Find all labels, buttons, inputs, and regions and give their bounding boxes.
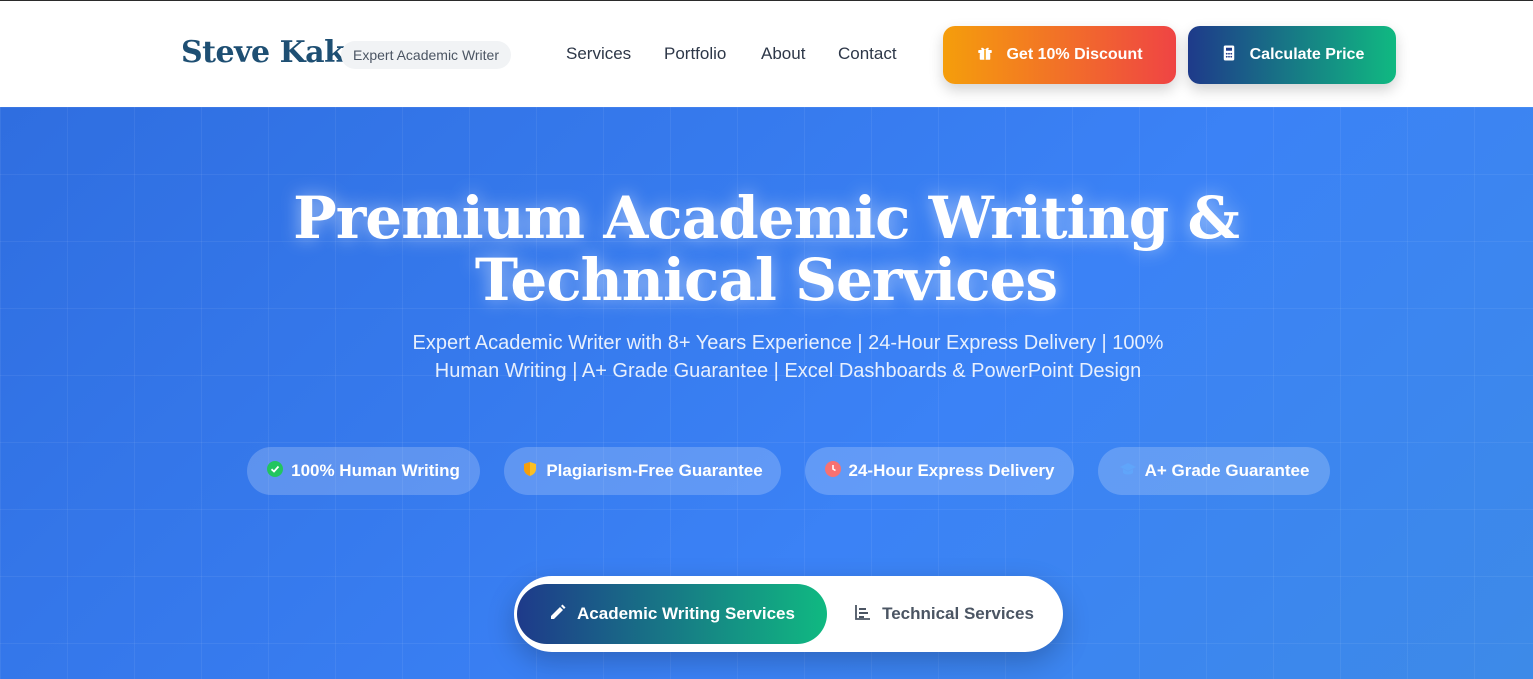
nav-link-about[interactable]: About xyxy=(761,44,805,64)
service-tabs: Academic Writing Services Technical Serv… xyxy=(514,576,1063,652)
clock-icon xyxy=(824,460,841,482)
badge-plagiarism-free: Plagiarism-Free Guarantee xyxy=(504,447,781,495)
tab-label: Academic Writing Services xyxy=(577,604,795,623)
site-header: Steve Kaks Expert Academic Writer Servic… xyxy=(0,0,1533,107)
hero-subtitle: Expert Academic Writer with 8+ Years Exp… xyxy=(412,332,1164,382)
hero-title: Premium Academic Writing & Technical Ser… xyxy=(293,184,1240,314)
chart-icon xyxy=(854,603,872,626)
tab-label: Technical Services xyxy=(882,604,1034,623)
badge-label: 100% Human Writing xyxy=(291,461,460,480)
brand-logo[interactable]: Steve Kaks xyxy=(181,35,361,70)
badge-label: 24-Hour Express Delivery xyxy=(848,461,1055,480)
brand-tagline-badge: Expert Academic Writer xyxy=(341,41,512,69)
calculate-price-button[interactable]: Calculate Price xyxy=(1188,26,1396,84)
tab-academic-writing[interactable]: Academic Writing Services xyxy=(517,584,827,644)
nav-link-services[interactable]: Services xyxy=(566,44,631,64)
badge-human-writing: 100% Human Writing xyxy=(247,447,480,495)
tab-technical-services[interactable]: Technical Services xyxy=(844,584,1044,644)
nav-link-portfolio[interactable]: Portfolio xyxy=(664,44,726,64)
graduation-cap-icon xyxy=(1119,461,1137,482)
badge-grade-guarantee: A+ Grade Guarantee xyxy=(1098,447,1330,495)
get-discount-label: Get 10% Discount xyxy=(1006,46,1143,63)
hero-section: Premium Academic Writing & Technical Ser… xyxy=(0,107,1533,679)
gift-icon xyxy=(976,44,994,67)
calculate-price-label: Calculate Price xyxy=(1249,46,1365,63)
shield-icon xyxy=(522,461,538,482)
badge-label: A+ Grade Guarantee xyxy=(1144,461,1310,480)
get-discount-button[interactable]: Get 10% Discount xyxy=(943,26,1176,84)
badge-express-delivery: 24-Hour Express Delivery xyxy=(805,447,1074,495)
nav-link-contact[interactable]: Contact xyxy=(838,44,897,64)
badge-label: Plagiarism-Free Guarantee xyxy=(546,461,763,480)
pencil-icon xyxy=(549,603,567,626)
check-circle-icon xyxy=(267,460,284,482)
calculator-icon xyxy=(1220,44,1238,67)
